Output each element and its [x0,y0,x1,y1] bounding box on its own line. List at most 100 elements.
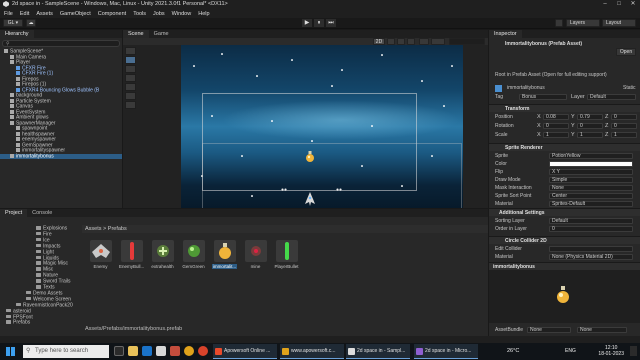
hierarchy-search-input[interactable]: ⚲ [2,40,120,47]
tab-project[interactable]: Project [0,209,28,217]
transform-rotation-y-field[interactable]: 0 [577,123,603,129]
sprite-renderer-field[interactable]: Center [549,193,633,199]
sprite-renderer-field[interactable]: X Y [549,169,633,175]
hand-tool-icon[interactable] [125,47,136,55]
project-asset-item[interactable]: immortalit... [212,240,237,269]
sprite-renderer-header[interactable]: Sprite Renderer [489,143,640,151]
project-breadcrumb[interactable]: Assets > Prefabs [82,225,488,233]
maximize-button[interactable]: □ [612,0,626,9]
project-asset-item[interactable]: EnemyBull... [119,240,144,269]
cloud-icon[interactable]: ☁ [26,19,36,27]
sprite-renderer-field[interactable]: Simple [549,177,633,183]
taskbar-window-button[interactable]: 2d space in - Micro... [414,344,478,359]
sprite-renderer-field[interactable]: Sprites-Default [549,201,633,207]
project-asset-item[interactable]: GemGreen [181,240,206,269]
project-asset-item[interactable]: Enemy [88,240,113,269]
project-asset-item[interactable]: PlayerBullet [274,240,299,269]
menu-window[interactable]: Window [172,11,192,17]
menu-edit[interactable]: Edit [20,11,29,17]
additional-settings-field[interactable]: Default [549,218,633,224]
task-view-icon[interactable] [114,346,124,356]
taskbar-clock[interactable]: 12:10 18-01-2023 [598,345,624,357]
notification-icon[interactable] [630,346,637,356]
transform-position-y-field[interactable]: 0.79 [577,114,603,120]
language-indicator[interactable]: ENG [565,348,576,354]
asset-bundle-variant-dropdown[interactable]: None [577,327,627,333]
tab-scene[interactable]: Scene [123,30,149,38]
rotate-tool-icon[interactable] [125,65,136,73]
tab-console[interactable]: Console [27,209,57,217]
menu-component[interactable]: Component [98,11,126,17]
edge-browser-icon[interactable] [142,346,152,356]
layout-dropdown[interactable]: Layout [602,19,636,27]
minimize-button[interactable]: – [598,0,612,9]
sprite-renderer-field[interactable]: PotionYellow [549,153,633,159]
windows-start-icon[interactable] [6,347,15,356]
circle-collider-field[interactable] [549,246,633,252]
scene-viewport[interactable]: ●● ●● [123,45,488,208]
tab-inspector[interactable]: Inspector [489,30,522,38]
potion-sprite[interactable] [305,151,315,163]
play-button[interactable]: ▶ [302,19,312,27]
transform-rotation-z-field[interactable]: 0 [611,123,637,129]
scene-search-input[interactable] [449,38,485,45]
move-tool-icon[interactable] [125,56,136,64]
effects-toggle-icon[interactable] [407,38,415,45]
sprite-renderer-field[interactable]: None [549,185,633,191]
project-folder-item[interactable]: Prefabs [6,320,30,326]
project-asset-item[interactable]: extrahealth [150,240,175,269]
menu-help[interactable]: Help [198,11,209,17]
additional-settings-header[interactable]: Additional Settings [489,208,640,216]
transform-scale-z-field[interactable]: 1 [611,132,637,138]
mode-2d-toggle[interactable]: 2D [373,38,385,45]
store-icon[interactable] [156,346,166,356]
menu-tools[interactable]: Tools [133,11,146,17]
menu-assets[interactable]: Assets [36,11,53,17]
sprite-renderer-field[interactable] [549,161,633,167]
transform-scale-x-field[interactable]: 1 [543,132,569,138]
asset-bundle-dropdown[interactable]: None [527,327,571,333]
tag-dropdown[interactable]: Bonus [519,94,567,100]
firefox-icon[interactable] [198,346,208,356]
static-label[interactable]: Static [623,85,636,91]
menu-file[interactable]: File [4,11,13,17]
tab-hierarchy[interactable]: Hierarchy [0,30,34,38]
open-prefab-button[interactable]: Open [616,48,636,56]
menu-gameobject[interactable]: GameObject [60,11,91,17]
tab-game[interactable]: Game [149,30,174,38]
close-button[interactable]: ✕ [626,0,640,9]
circle-collider-header[interactable]: Circle Collider 2D [489,236,640,244]
menu-jobs[interactable]: Jobs [153,11,165,17]
history-icon[interactable] [555,19,563,27]
rect-tool-icon[interactable] [125,83,136,91]
player-ship-sprite[interactable] [305,192,315,206]
hierarchy-item[interactable]: immortalitybonus [0,153,122,159]
account-dropdown[interactable]: GL ▾ [3,19,23,27]
project-asset-item[interactable]: mine [243,240,268,269]
taskbar-search-input[interactable]: Type here to search ⚲ [23,345,109,358]
transform-tool-icon[interactable] [125,92,136,100]
custom-tool-icon[interactable] [125,101,136,109]
additional-settings-field[interactable]: 0 [549,226,633,232]
scale-tool-icon[interactable] [125,74,136,82]
lighting-toggle-icon[interactable] [387,38,395,45]
step-button[interactable]: ⏭ [326,19,336,27]
office-icon[interactable] [170,346,180,356]
weather-label[interactable]: 26°C [507,348,519,354]
transform-position-z-field[interactable]: 0 [611,114,637,120]
chrome-icon[interactable] [184,346,194,356]
transform-rotation-x-field[interactable]: 0 [543,123,569,129]
transform-position-x-field[interactable]: 0.08 [543,114,569,120]
transform-scale-y-field[interactable]: 1 [577,132,603,138]
scene-camera-icon[interactable] [431,38,445,45]
circle-collider-field[interactable]: None (Physics Material 2D) [549,254,633,260]
taskbar-window-button[interactable]: 2d space in - Sampl... [346,344,410,359]
gizmos-icon[interactable] [419,38,429,45]
layer-dropdown[interactable]: Default [587,94,636,100]
pause-button[interactable]: ⏸ [314,19,324,27]
taskbar-window-button[interactable]: Apowersoft Online ... [213,344,277,359]
layers-dropdown[interactable]: Layers [566,19,600,27]
taskbar-window-button[interactable]: www.apowersoft.c... [280,344,344,359]
audio-toggle-icon[interactable] [397,38,405,45]
transform-header[interactable]: Transform [489,104,640,112]
